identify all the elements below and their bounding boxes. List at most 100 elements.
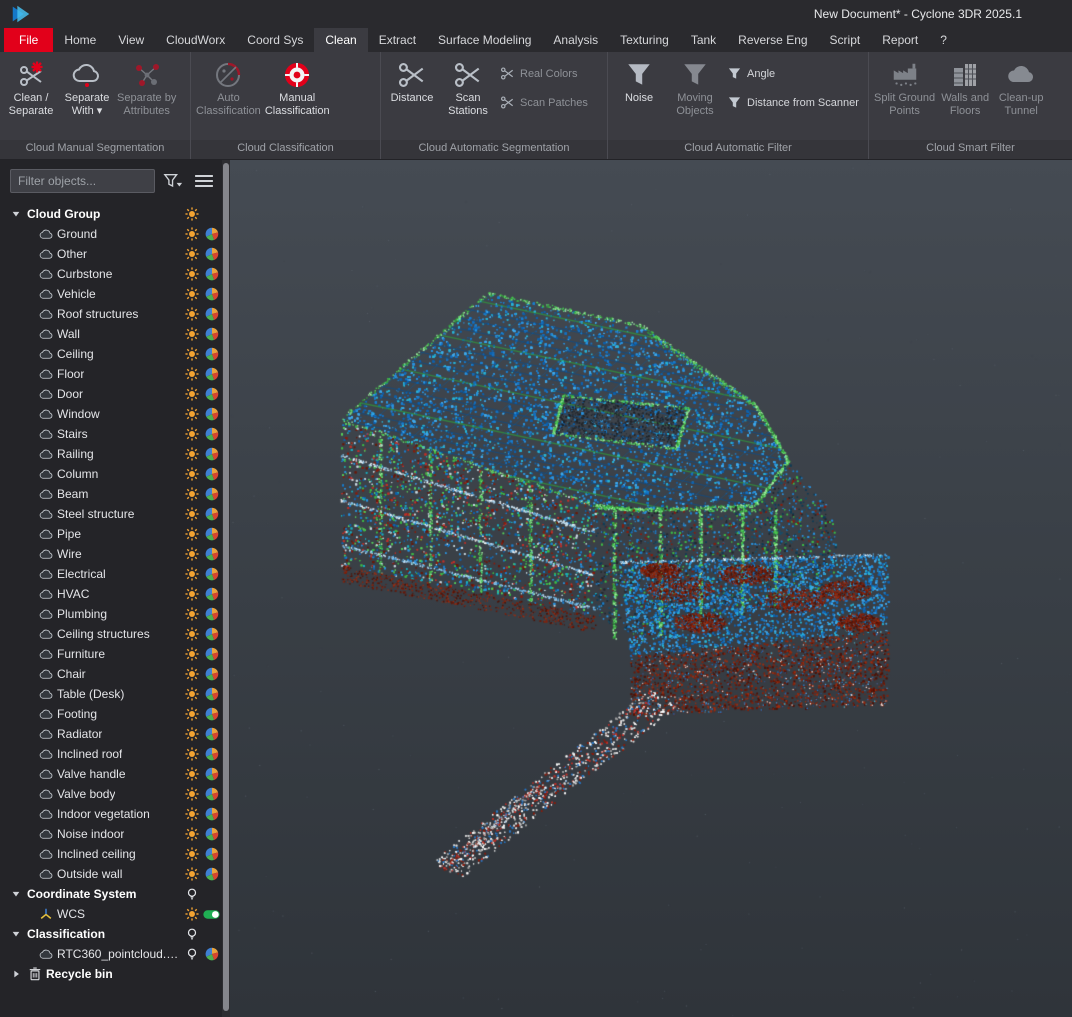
ribbon-button-scan-stations[interactable]: ScanStations <box>440 55 496 118</box>
pie-icon[interactable] <box>203 666 220 682</box>
pie-icon[interactable] <box>203 546 220 562</box>
tree-item-wcs[interactable]: WCS <box>0 904 230 924</box>
tree-item-indoor-vegetation[interactable]: Indoor vegetation <box>0 804 230 824</box>
sun-icon[interactable] <box>183 626 200 642</box>
sun-icon[interactable] <box>183 686 200 702</box>
sun-icon[interactable] <box>183 466 200 482</box>
pie-icon[interactable] <box>203 306 220 322</box>
tree-item-inclined-ceiling[interactable]: Inclined ceiling <box>0 844 230 864</box>
filter-objects-input[interactable] <box>10 169 155 193</box>
tree-item-door[interactable]: Door <box>0 384 230 404</box>
tab-help[interactable]: ? <box>929 28 958 52</box>
tree-item-inclined-roof[interactable]: Inclined roof <box>0 744 230 764</box>
pie-icon[interactable] <box>203 486 220 502</box>
pie-icon[interactable] <box>203 626 220 642</box>
tree-item-ground[interactable]: Ground <box>0 224 230 244</box>
tree-item-footing[interactable]: Footing <box>0 704 230 724</box>
tree-item-ceiling[interactable]: Ceiling <box>0 344 230 364</box>
ribbon-button-distance-from-scanner[interactable]: Distance from Scanner <box>727 95 859 110</box>
tree-item-radiator[interactable]: Radiator <box>0 724 230 744</box>
tab-analysis[interactable]: Analysis <box>542 28 609 52</box>
sun-icon[interactable] <box>183 346 200 362</box>
tree-item-steel-structure[interactable]: Steel structure <box>0 504 230 524</box>
tree-item-noise-indoor[interactable]: Noise indoor <box>0 824 230 844</box>
menu-button[interactable] <box>191 169 217 193</box>
tree-item-rtc360-pointcloud-e57[interactable]: RTC360_pointcloud.e57 <box>0 944 230 964</box>
tab-extract[interactable]: Extract <box>368 28 427 52</box>
tree-item-vehicle[interactable]: Vehicle <box>0 284 230 304</box>
ribbon-button-distance[interactable]: Distance <box>384 55 440 105</box>
tab-view[interactable]: View <box>107 28 155 52</box>
bulb-icon[interactable] <box>183 946 200 962</box>
pie-icon[interactable] <box>203 826 220 842</box>
pie-icon[interactable] <box>203 566 220 582</box>
pie-icon[interactable] <box>203 646 220 662</box>
arrow-down-icon[interactable] <box>8 886 24 902</box>
sun-icon[interactable] <box>183 206 200 222</box>
ribbon-button-manual-classification[interactable]: ManualClassification <box>263 55 332 118</box>
bulb-icon[interactable] <box>183 886 200 902</box>
tree-item-valve-handle[interactable]: Valve handle <box>0 764 230 784</box>
arrow-right-icon[interactable] <box>8 966 24 982</box>
pie-icon[interactable] <box>203 226 220 242</box>
pie-icon[interactable] <box>203 426 220 442</box>
pie-icon[interactable] <box>203 586 220 602</box>
ribbon-button-angle[interactable]: Angle <box>727 66 859 81</box>
ribbon-button-separate-with[interactable]: SeparateWith ▾ <box>59 55 115 118</box>
tree-item-plumbing[interactable]: Plumbing <box>0 604 230 624</box>
tree-item-curbstone[interactable]: Curbstone <box>0 264 230 284</box>
tree-item-outside-wall[interactable]: Outside wall <box>0 864 230 884</box>
pie-icon[interactable] <box>203 946 220 962</box>
tab-cloudworx[interactable]: CloudWorx <box>155 28 236 52</box>
tab-coord-sys[interactable]: Coord Sys <box>236 28 314 52</box>
sun-icon[interactable] <box>183 446 200 462</box>
filter-button[interactable] <box>160 169 186 193</box>
pie-icon[interactable] <box>203 246 220 262</box>
sun-icon[interactable] <box>183 826 200 842</box>
tree-item-ceiling-structures[interactable]: Ceiling structures <box>0 624 230 644</box>
point-cloud-canvas[interactable] <box>230 160 1072 1017</box>
sun-icon[interactable] <box>183 406 200 422</box>
sun-icon[interactable] <box>183 426 200 442</box>
tree-item-floor[interactable]: Floor <box>0 364 230 384</box>
sun-icon[interactable] <box>183 266 200 282</box>
ribbon-button-clean-separate[interactable]: Clean /Separate <box>3 55 59 118</box>
tab-report[interactable]: Report <box>871 28 929 52</box>
pie-icon[interactable] <box>203 706 220 722</box>
tree-item-wall[interactable]: Wall <box>0 324 230 344</box>
tab-home[interactable]: Home <box>53 28 107 52</box>
tree-item-cloud-group[interactable]: Cloud Group <box>0 204 230 224</box>
sun-icon[interactable] <box>183 646 200 662</box>
sun-icon[interactable] <box>183 746 200 762</box>
sun-icon[interactable] <box>183 506 200 522</box>
tab-reverse-eng[interactable]: Reverse Eng <box>727 28 818 52</box>
tree-item-other[interactable]: Other <box>0 244 230 264</box>
tab-texturing[interactable]: Texturing <box>609 28 680 52</box>
sun-icon[interactable] <box>183 366 200 382</box>
tree-item-furniture[interactable]: Furniture <box>0 644 230 664</box>
pie-icon[interactable] <box>203 526 220 542</box>
pie-icon[interactable] <box>203 806 220 822</box>
ribbon-button-noise[interactable]: Noise <box>611 55 667 105</box>
pie-icon[interactable] <box>203 506 220 522</box>
tab-surface-modeling[interactable]: Surface Modeling <box>427 28 542 52</box>
sun-icon[interactable] <box>183 726 200 742</box>
sun-icon[interactable] <box>183 546 200 562</box>
tree-item-wire[interactable]: Wire <box>0 544 230 564</box>
tree-item-hvac[interactable]: HVAC <box>0 584 230 604</box>
sun-icon[interactable] <box>183 486 200 502</box>
tree-item-chair[interactable]: Chair <box>0 664 230 684</box>
tree-item-coordinate-system[interactable]: Coordinate System <box>0 884 230 904</box>
sun-icon[interactable] <box>183 526 200 542</box>
pie-icon[interactable] <box>203 606 220 622</box>
tab-script[interactable]: Script <box>819 28 872 52</box>
pie-icon[interactable] <box>203 266 220 282</box>
pie-icon[interactable] <box>203 446 220 462</box>
toggle-icon[interactable] <box>203 906 220 922</box>
sidebar-scrollbar-thumb[interactable] <box>223 163 229 1011</box>
sun-icon[interactable] <box>183 906 200 922</box>
sun-icon[interactable] <box>183 386 200 402</box>
pie-icon[interactable] <box>203 386 220 402</box>
tab-clean[interactable]: Clean <box>314 28 367 52</box>
sun-icon[interactable] <box>183 226 200 242</box>
